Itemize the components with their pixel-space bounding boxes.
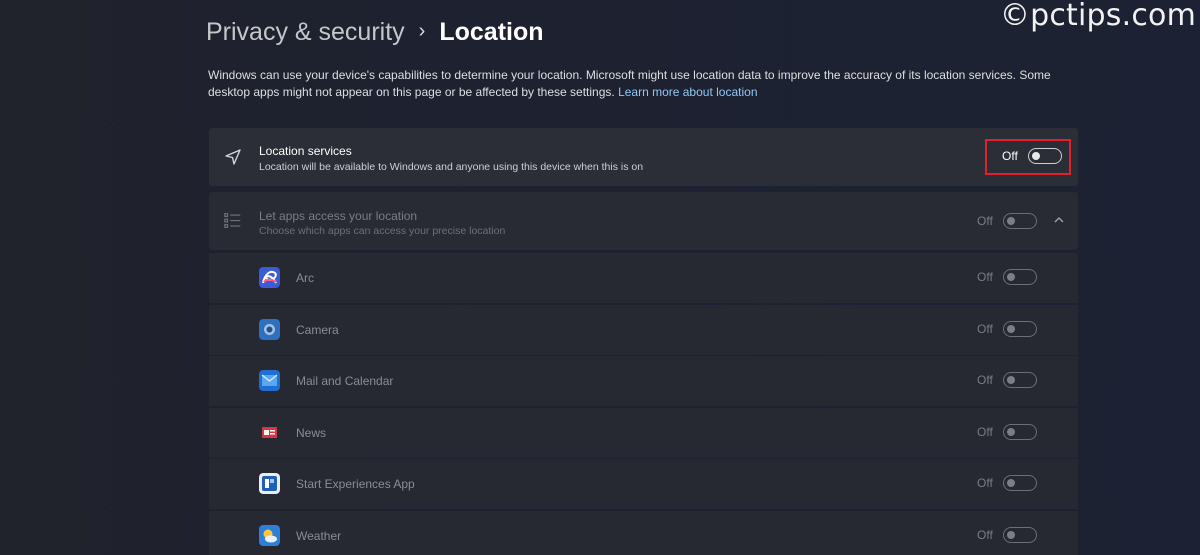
location-services-subtitle: Location will be available to Windows an… [259,161,644,173]
app-toggle[interactable]: Off [977,475,1037,491]
chevron-up-icon[interactable] [1052,213,1066,227]
toggle-state-label: Off [977,373,993,387]
highlight-box [985,139,1071,175]
camera-icon [259,319,280,340]
list-icon [224,213,241,228]
navigation-arrow-icon [225,149,241,165]
toggle-switch[interactable] [1002,269,1037,285]
toggle-switch[interactable] [1002,475,1037,491]
app-row-weather: Weather Off [209,511,1078,555]
app-name: Start Experiences App [296,477,415,491]
app-row-camera: Camera Off [209,305,1078,355]
let-apps-title: Let apps access your location [259,209,418,223]
toggle-switch[interactable] [1002,321,1037,337]
app-toggle[interactable]: Off [977,527,1037,543]
app-toggle[interactable]: Off [977,372,1037,388]
location-services-row: Location services Location will be avail… [209,128,1078,186]
learn-more-link[interactable]: Learn more about location [618,85,757,99]
app-row-start-experiences: Start Experiences App Off [209,459,1078,509]
let-apps-toggle[interactable]: Off [977,213,1037,229]
page-title: Location [439,18,544,46]
app-toggle[interactable]: Off [977,269,1037,285]
page-description: Windows can use your device's capabiliti… [208,67,1078,101]
app-row-arc: Arc Off [209,253,1078,303]
weather-icon [259,525,280,546]
app-name: Weather [296,529,342,543]
mail-icon [259,370,280,391]
app-row-mail-calendar: Mail and Calendar Off [209,356,1078,406]
app-toggle[interactable]: Off [977,321,1037,337]
app-toggle[interactable]: Off [977,424,1037,440]
toggle-state-label: Off [977,425,993,439]
toggle-switch[interactable] [1002,527,1037,543]
start-experiences-icon [259,473,280,494]
toggle-switch[interactable] [1002,424,1037,440]
app-row-news: News Off [209,408,1078,458]
app-name: Mail and Calendar [296,374,394,388]
arc-icon [259,267,280,288]
toggle-state-label: Off [977,528,993,542]
toggle-switch[interactable] [1002,372,1037,388]
app-name: Camera [296,323,339,337]
toggle-switch[interactable] [1002,213,1037,229]
location-services-title: Location services [259,144,352,158]
breadcrumb: Privacy & security › Location [206,18,544,47]
let-apps-subtitle: Choose which apps can access your precis… [259,225,506,237]
toggle-state-label: Off [977,270,993,284]
news-icon [259,422,280,443]
app-name: Arc [296,271,314,285]
watermark: ©pctips.com [999,0,1196,33]
app-name: News [296,426,327,440]
breadcrumb-parent[interactable]: Privacy & security [206,18,405,47]
toggle-state-label: Off [977,214,993,228]
toggle-state-label: Off [977,476,993,490]
chevron-right-icon: › [418,20,426,42]
toggle-state-label: Off [977,322,993,336]
let-apps-access-row[interactable]: Let apps access your location Choose whi… [209,192,1078,250]
